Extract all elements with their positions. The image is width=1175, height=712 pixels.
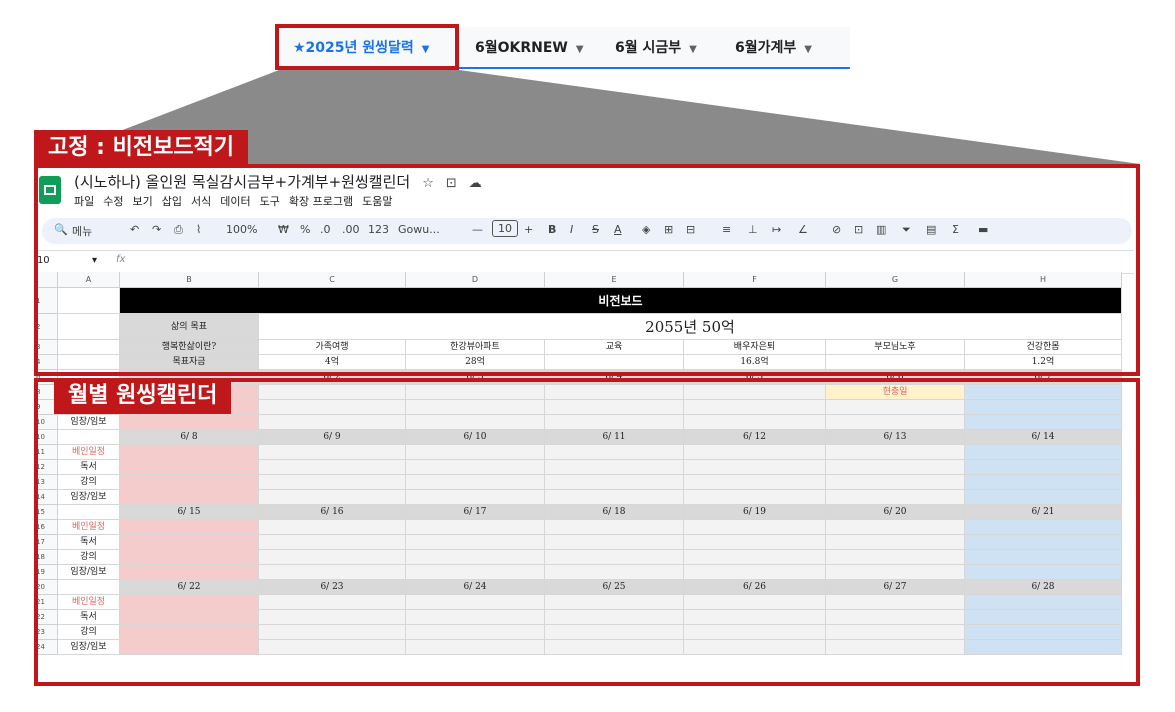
sheet-tab-household-ledger[interactable]: 6월가계부 ▼ [735,27,812,67]
sheet-tab-okr[interactable]: 6월OKRNEW ▼ [475,27,584,67]
monthly-calendar-callout: 월별 원씽캘린더 [54,378,232,414]
chevron-down-icon: ▼ [804,44,812,55]
chevron-down-icon: ▼ [689,44,697,55]
fixed-vision-board-callout: 고정 : 비전보드적기 [34,130,249,166]
active-tab-highlight [275,24,459,70]
chevron-down-icon: ▼ [575,44,584,55]
monthly-calendar-highlight-frame [34,378,1140,686]
sheet-tab-sigeumbu[interactable]: 6월 시금부 ▼ [615,27,697,67]
vision-board-highlight-frame [34,164,1140,376]
